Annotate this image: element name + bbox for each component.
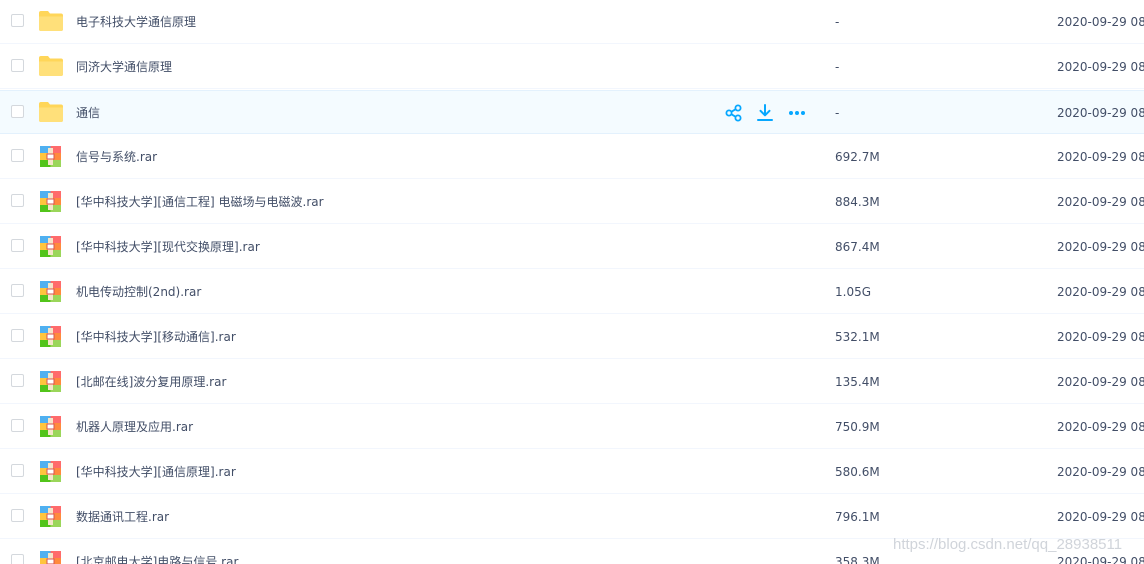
modified-date: 2020-09-29 08:0 [1057, 15, 1144, 29]
file-size: 532.1M [835, 330, 880, 344]
modified-date: 2020-09-29 08:0 [1057, 195, 1144, 209]
row-checkbox[interactable] [11, 509, 24, 522]
row-checkbox[interactable] [11, 374, 24, 387]
rar-archive-icon [40, 371, 61, 392]
modified-date: 2020-09-29 08:0 [1057, 240, 1144, 254]
file-name-link[interactable]: 机器人原理及应用.rar [76, 405, 193, 449]
file-row[interactable]: [华中科技大学][移动通信].rar 532.1M 2020-09-29 08:0 [0, 315, 1144, 359]
file-name-link[interactable]: 机电传动控制(2nd).rar [76, 270, 201, 314]
row-checkbox[interactable] [11, 464, 24, 477]
download-icon[interactable] [755, 103, 775, 123]
modified-date: 2020-09-29 08:0 [1057, 60, 1144, 74]
row-checkbox[interactable] [11, 194, 24, 207]
folder-row[interactable]: 同济大学通信原理 - 2020-09-29 08:0 [0, 45, 1144, 89]
row-checkbox[interactable] [11, 419, 24, 432]
file-row[interactable]: 机器人原理及应用.rar 750.9M 2020-09-29 08:0 [0, 405, 1144, 449]
folder-icon [38, 55, 64, 77]
file-size: 692.7M [835, 150, 880, 164]
row-checkbox[interactable] [11, 14, 24, 27]
file-size: 867.4M [835, 240, 880, 254]
file-name-link[interactable]: [华中科技大学][移动通信].rar [76, 315, 236, 359]
more-icon[interactable] [787, 103, 807, 123]
rar-archive-icon [40, 506, 61, 527]
file-row[interactable]: [华中科技大学][通信原理].rar 580.6M 2020-09-29 08:0 [0, 450, 1144, 494]
modified-date: 2020-09-29 08:0 [1057, 330, 1144, 344]
share-icon[interactable] [724, 103, 744, 123]
folder-icon [38, 10, 64, 32]
file-name-link[interactable]: [北京邮电大学]电路与信号.rar [76, 540, 238, 564]
file-row[interactable]: 信号与系统.rar 692.7M 2020-09-29 08:0 [0, 135, 1144, 179]
file-size: 135.4M [835, 375, 880, 389]
modified-date: 2020-09-29 08:0 [1057, 106, 1144, 120]
modified-date: 2020-09-29 08:0 [1057, 150, 1144, 164]
row-checkbox[interactable] [11, 284, 24, 297]
rar-archive-icon [40, 461, 61, 482]
rar-archive-icon [40, 281, 61, 302]
file-row[interactable]: [华中科技大学][现代交换原理].rar 867.4M 2020-09-29 08:… [0, 225, 1144, 269]
row-checkbox[interactable] [11, 149, 24, 162]
file-name-link[interactable]: [华中科技大学][现代交换原理].rar [76, 225, 260, 269]
file-name-link[interactable]: [华中科技大学][通信原理].rar [76, 450, 236, 494]
rar-archive-icon [40, 236, 61, 257]
file-row[interactable]: [华中科技大学][通信工程] 电磁场与电磁波.rar 884.3M 2020-09-… [0, 180, 1144, 224]
file-name-link[interactable]: 信号与系统.rar [76, 135, 157, 179]
modified-date: 2020-09-29 08:0 [1057, 420, 1144, 434]
file-size: - [835, 106, 840, 120]
file-name-link[interactable]: 电子科技大学通信原理 [76, 0, 196, 44]
file-size: 580.6M [835, 465, 880, 479]
row-checkbox[interactable] [11, 239, 24, 252]
rar-archive-icon [40, 416, 61, 437]
modified-date: 2020-09-29 08:0 [1057, 510, 1144, 524]
file-row[interactable]: [北邮在线]波分复用原理.rar 135.4M 2020-09-29 08:0 [0, 360, 1144, 404]
row-checkbox[interactable] [11, 105, 24, 118]
file-size: - [835, 60, 840, 74]
file-row[interactable]: 机电传动控制(2nd).rar 1.05G 2020-09-29 08:0 [0, 270, 1144, 314]
file-size: 358.3M [835, 555, 880, 564]
watermark-text: https://blog.csdn.net/qq_28938511 [893, 536, 1123, 553]
row-checkbox[interactable] [11, 329, 24, 342]
file-size: - [835, 15, 840, 29]
rar-archive-icon [40, 326, 61, 347]
folder-row[interactable]: 电子科技大学通信原理 - 2020-09-29 08:0 [0, 0, 1144, 44]
modified-date: 2020-09-29 08:0 [1057, 375, 1144, 389]
rar-archive-icon [40, 191, 61, 212]
file-row[interactable]: 数据通讯工程.rar 796.1M 2020-09-29 08:0 [0, 495, 1144, 539]
modified-date: 2020-09-29 08:0 [1057, 285, 1144, 299]
file-size: 796.1M [835, 510, 880, 524]
file-size: 750.9M [835, 420, 880, 434]
modified-date: 2020-09-29 08:0 [1057, 465, 1144, 479]
file-name-link[interactable]: 通信 [76, 91, 100, 135]
file-size: 1.05G [835, 285, 872, 299]
row-checkbox[interactable] [11, 554, 24, 564]
file-size: 884.3M [835, 195, 880, 209]
file-name-link[interactable]: [北邮在线]波分复用原理.rar [76, 360, 226, 404]
rar-archive-icon [40, 146, 61, 167]
folder-row[interactable]: 通信 - 2020-09-29 08:0 [0, 90, 1144, 134]
file-name-link[interactable]: 同济大学通信原理 [76, 45, 172, 89]
row-checkbox[interactable] [11, 59, 24, 72]
file-list: 电子科技大学通信原理 - 2020-09-29 08:0 同济大学通信原理 - 2020-… [0, 0, 1144, 564]
folder-icon [38, 101, 64, 123]
file-name-link[interactable]: 数据通讯工程.rar [76, 495, 169, 539]
file-name-link[interactable]: [华中科技大学][通信工程] 电磁场与电磁波.rar [76, 180, 324, 224]
rar-archive-icon [40, 551, 61, 564]
